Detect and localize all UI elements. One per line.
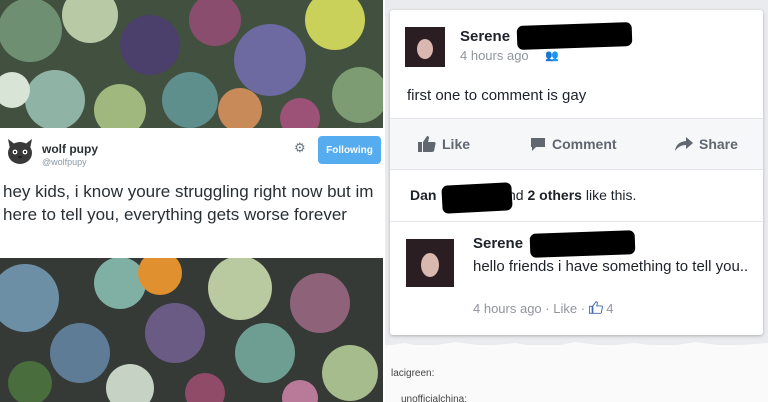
action-bar: Like Comment Share (390, 118, 763, 170)
succulent-photo-bottom (0, 258, 383, 402)
thumbs-up-icon (588, 301, 603, 314)
comment-like-count: 4 (606, 301, 614, 316)
comment-button[interactable]: Comment (530, 136, 617, 152)
comment-text: hello friends i have something to tell y… (473, 258, 749, 275)
like-button[interactable]: Like (418, 136, 470, 152)
comment-author-avatar[interactable] (406, 239, 454, 287)
comment-like-link[interactable]: Like (553, 301, 577, 316)
gear-icon[interactable]: ⚙ (294, 140, 306, 156)
comment-label: Comment (552, 136, 617, 152)
post-author-name[interactable]: Serene (460, 28, 510, 45)
comment-icon (531, 137, 545, 151)
tumblr-username[interactable]: lacigreen: (391, 368, 434, 379)
avatar[interactable] (4, 135, 36, 167)
facebook-post-card: Serene 4 hours ago 👥 first one to commen… (390, 10, 763, 335)
share-label: Share (699, 136, 738, 152)
thumbs-up-icon (418, 136, 436, 152)
tumblr-username[interactable]: unofficialchina: (401, 394, 467, 402)
other-likers[interactable]: 2 others (527, 187, 581, 203)
tweet-panel: wolf pupy @wolfpupy ⚙ Following hey kids… (0, 0, 383, 402)
comment-author-name[interactable]: Serene (473, 235, 523, 252)
following-button[interactable]: Following (318, 136, 381, 164)
comment-meta: 4 hours ago · Like · 4 (473, 301, 614, 316)
comment-time[interactable]: 4 hours ago (473, 301, 542, 316)
share-arrow-icon (675, 137, 693, 151)
share-button[interactable]: Share (675, 136, 738, 152)
liker-name[interactable]: Dan (410, 187, 436, 203)
handle[interactable]: @wolfpupy (42, 157, 87, 167)
redaction-bar (516, 22, 633, 50)
post-time[interactable]: 4 hours ago (460, 48, 529, 63)
friends-icon: 👥 (545, 50, 559, 62)
divider (390, 221, 763, 222)
tweet-text: hey kids, i know youre struggling right … (3, 182, 374, 224)
facebook-panel: Serene 4 hours ago 👥 first one to commen… (385, 0, 768, 402)
like-label: Like (442, 136, 471, 152)
post-author-avatar[interactable] (405, 27, 445, 67)
succulent-photo-top (0, 0, 383, 128)
redaction-bar (529, 230, 636, 258)
display-name[interactable]: wolf pupy (42, 142, 98, 156)
post-text: first one to comment is gay (407, 87, 587, 104)
redaction-bar (441, 182, 513, 214)
